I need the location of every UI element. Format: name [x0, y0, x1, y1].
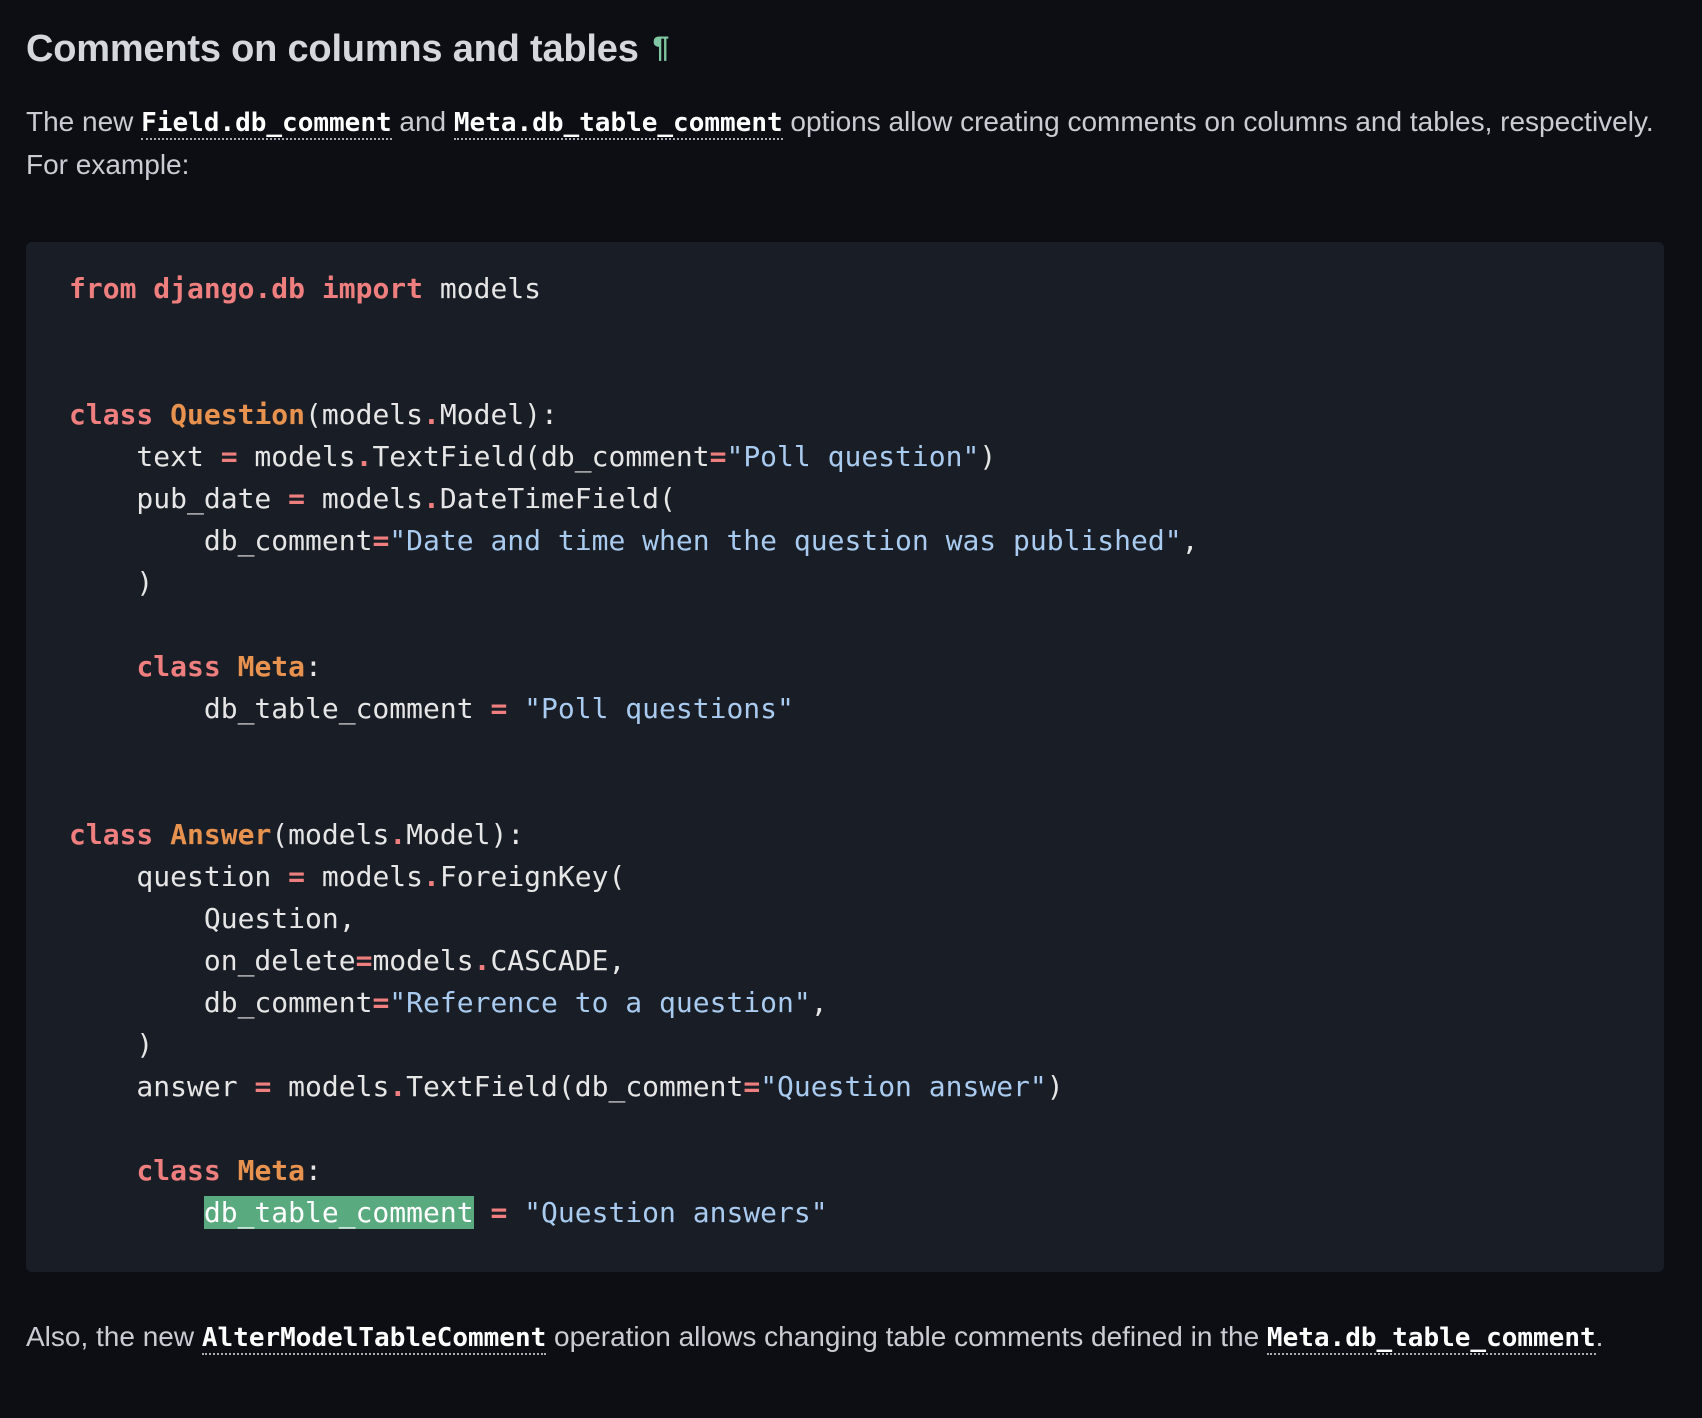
search-highlight: db_table_comment — [203, 1196, 474, 1229]
outro-paragraph: Also, the new AlterModelTableComment ope… — [26, 1316, 1676, 1359]
intro-paragraph: The new Field.db_comment and Meta.db_tab… — [26, 101, 1676, 186]
outro-text-1: Also, the new — [26, 1321, 202, 1352]
link-field-db-comment[interactable]: Field.db_comment — [141, 108, 392, 140]
intro-text-2: and — [391, 106, 454, 137]
release-notes-section: Comments on columns and tables ¶ The new … — [26, 0, 1676, 1359]
link-alter-model-table-comment[interactable]: AlterModelTableComment — [201, 1323, 547, 1355]
section-title: Comments on columns and tables — [26, 28, 639, 70]
permalink-anchor-icon[interactable]: ¶ — [653, 31, 670, 64]
link-meta-db-table-comment-2[interactable]: Meta.db_table_comment — [1266, 1323, 1596, 1355]
outro-text-3: . — [1595, 1321, 1604, 1352]
intro-text-1: The new — [26, 106, 142, 137]
code-content[interactable]: from django.db import models class Quest… — [69, 268, 1664, 1234]
outro-text-2: operation allows changing table comments… — [546, 1321, 1267, 1352]
section-heading: Comments on columns and tables ¶ — [26, 0, 1676, 75]
code-block[interactable]: from django.db import models class Quest… — [26, 242, 1664, 1272]
link-meta-db-table-comment[interactable]: Meta.db_table_comment — [453, 108, 783, 140]
